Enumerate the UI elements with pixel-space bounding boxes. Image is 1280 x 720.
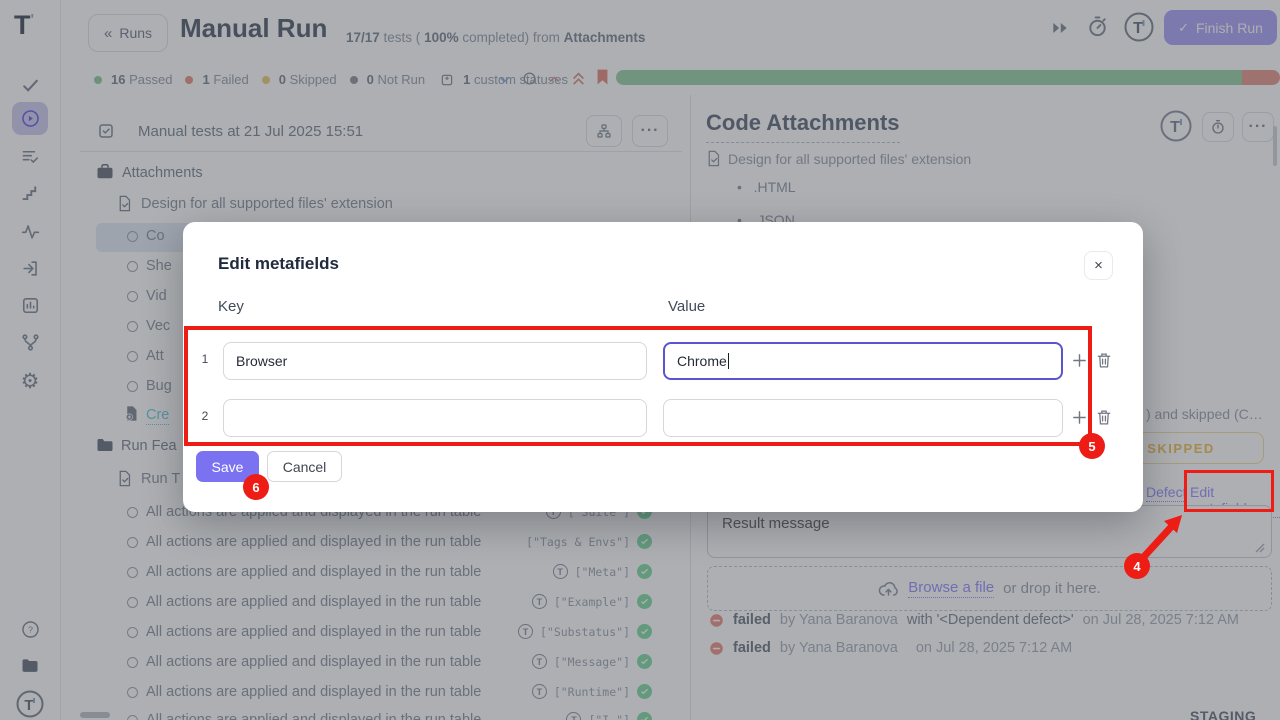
annotation-box-edit-metafields — [1184, 470, 1274, 512]
modal-title: Edit metafields — [218, 254, 339, 274]
annotation-badge-5: 5 — [1079, 433, 1105, 459]
trash-icon[interactable] — [1096, 352, 1112, 374]
value-column-header: Value — [668, 298, 705, 315]
close-icon[interactable]: × — [1084, 251, 1113, 280]
trash-icon[interactable] — [1096, 409, 1112, 431]
annotation-box-metafield-rows — [184, 326, 1092, 446]
annotation-badge-4: 4 — [1124, 553, 1150, 579]
key-column-header: Key — [218, 298, 244, 315]
cancel-button[interactable]: Cancel — [267, 451, 342, 482]
annotation-badge-6: 6 — [243, 474, 269, 500]
app-root: T' ⚙ ? T « Runs Manual Run 17/17 tests (… — [0, 0, 1280, 720]
